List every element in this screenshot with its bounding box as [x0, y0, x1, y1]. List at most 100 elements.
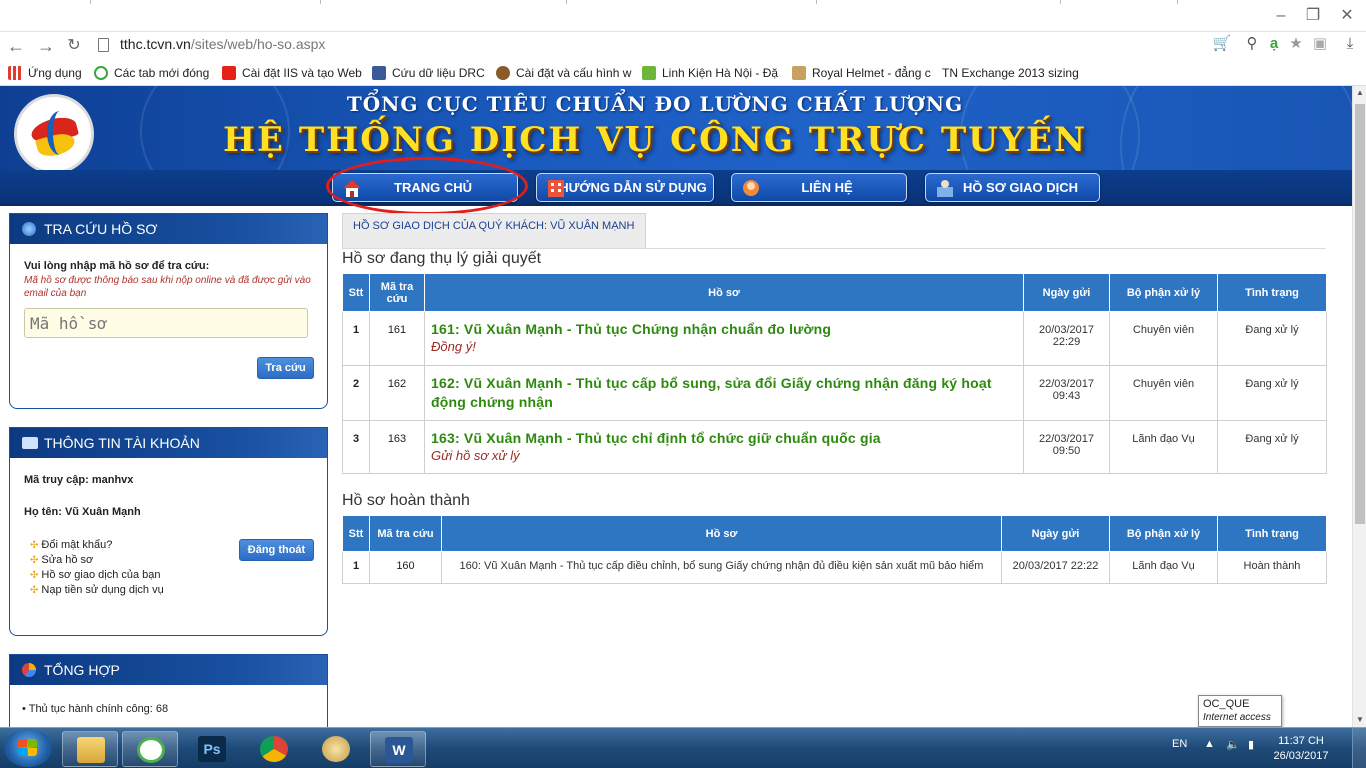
file-title-link[interactable]: 162: Vũ Xuân Mạnh - Thủ tục cấp bổ sung,… — [431, 374, 1017, 412]
bullet-icon: ✣ — [30, 585, 39, 596]
tooltip-network-name: OC_QUE — [1203, 698, 1250, 710]
coccoc-icon — [137, 737, 165, 763]
bookmark-royal[interactable]: Royal Helmet - đẳng c — [792, 64, 931, 82]
page-icon — [98, 38, 109, 52]
bookmark-linhkien[interactable]: Linh Kiện Hà Nội - Đặ — [642, 64, 778, 82]
transactions-tab[interactable]: HỒ SƠ GIAO DỊCH CỦA QUÝ KHÁCH: VŨ XUÂN M… — [342, 213, 646, 249]
taskbar-chrome[interactable] — [246, 731, 302, 767]
extension-a-icon[interactable]: ạ — [1264, 34, 1284, 54]
clock[interactable]: 11:37 CH 26/03/2017 — [1270, 734, 1332, 764]
volume-icon[interactable]: 🔈 — [1226, 738, 1240, 751]
table-row: 1 161 161: Vũ Xuân Mạnh - Thủ tục Chứng … — [342, 311, 1327, 366]
cell-code: 160 — [369, 551, 442, 584]
bullet-icon: ✣ — [30, 540, 39, 551]
bookmark-config[interactable]: Cài đặt và cấu hình w — [496, 64, 631, 82]
cell-status: Đang xử lý — [1217, 311, 1327, 366]
back-icon[interactable]: ← — [6, 36, 26, 56]
page-scrollbar[interactable]: ▲ ▼ — [1352, 86, 1366, 727]
tooltip-network-status: Internet access — [1203, 712, 1271, 723]
windows-logo-icon — [18, 739, 38, 757]
cell-status: Đang xử lý — [1217, 420, 1327, 474]
change-password-link[interactable]: ✣ Đổi mật khẩu? — [30, 538, 164, 553]
download-icon[interactable]: ⤓ — [1340, 34, 1360, 54]
start-button[interactable] — [4, 729, 52, 767]
taskbar-paint[interactable] — [308, 731, 364, 767]
col-dept: Bộ phận xử lý — [1109, 515, 1218, 552]
network-icon[interactable]: ▮ — [1248, 738, 1254, 751]
reload-icon[interactable]: ↻ — [64, 36, 84, 56]
bookmark-exchange[interactable]: TN Exchange 2013 sizing — [942, 64, 1079, 82]
main-menu: TRANG CHỦ HƯỚNG DẪN SỬ DỤNG LIÊN HỆ HỒ S… — [0, 170, 1352, 206]
building-icon — [548, 180, 564, 197]
cell-stt: 2 — [342, 365, 370, 421]
topup-link[interactable]: ✣ Nạp tiền sử dụng dịch vụ — [30, 583, 164, 598]
bookmark-recent-tabs[interactable]: Các tab mới đóng — [94, 64, 209, 82]
forward-icon[interactable]: → — [36, 36, 56, 56]
annotation-circle — [326, 157, 528, 215]
scroll-up-icon[interactable]: ▲ — [1353, 86, 1366, 100]
col-code: Mã tra cứu — [369, 515, 442, 552]
extension-icon[interactable]: ▣ — [1310, 34, 1330, 54]
language-indicator[interactable]: EN — [1172, 738, 1187, 750]
edit-profile-link[interactable]: ✣ Sửa hồ sơ — [30, 553, 164, 568]
col-code: Mã tra cứu — [369, 273, 425, 312]
cell-code: 162 — [369, 365, 425, 421]
bookmark-apps[interactable]: Ứng dụng — [8, 64, 82, 82]
file-title-link[interactable]: 161: Vũ Xuân Mạnh - Thủ tục Chứng nhận c… — [431, 320, 1017, 339]
scroll-thumb[interactable] — [1355, 104, 1365, 524]
account-header: THÔNG TIN TÀI KHOẢN — [10, 428, 327, 458]
site-banner: TỔNG CỤC TIÊU CHUẨN ĐO LƯỜNG CHẤT LƯỢNG … — [0, 86, 1352, 170]
lookup-hint: Mã hồ sơ được thông báo sau khi nộp onli… — [24, 275, 311, 299]
minimize-icon[interactable]: – — [1268, 6, 1294, 26]
lookup-code-input[interactable] — [24, 308, 308, 338]
taskbar-explorer[interactable] — [62, 731, 118, 767]
history-icon — [94, 66, 108, 80]
my-transactions-link[interactable]: ✣ Hồ sơ giao dịch của bạn — [30, 568, 164, 583]
network-tooltip: OC_QUE Internet access — [1198, 695, 1282, 727]
menu-transactions[interactable]: HỒ SƠ GIAO DỊCH — [925, 173, 1100, 202]
col-status: Tình trạng — [1217, 515, 1327, 552]
zoom-icon[interactable]: ⚲ — [1242, 34, 1262, 54]
file-title-link[interactable]: 160: Vũ Xuân Mạnh - Thủ tục cấp điều chỉ… — [441, 551, 1002, 584]
cell-date: 22/03/2017 09:50 — [1023, 420, 1110, 474]
bookmark-star-icon[interactable]: ★ — [1286, 34, 1306, 54]
cart-extension-icon[interactable]: 🛒 — [1212, 34, 1232, 54]
col-date: Ngày gửi — [1001, 515, 1110, 552]
col-stt: Stt — [342, 273, 370, 312]
contact-person-icon — [743, 180, 759, 196]
bookmark-drc[interactable]: Cứu dữ liệu DRC — [372, 64, 485, 82]
processing-table: Stt Mã tra cứu Hồ sơ Ngày gửi Bộ phận xử… — [342, 273, 1327, 474]
lookup-button[interactable]: Tra cứu — [257, 357, 314, 379]
lookup-header: TRA CỨU HỒ SƠ — [10, 214, 327, 244]
search-globe-icon — [22, 222, 36, 236]
clock-time: 11:37 CH — [1278, 735, 1324, 747]
scroll-down-icon[interactable]: ▼ — [1353, 713, 1366, 727]
taskbar-coccoc[interactable] — [122, 731, 178, 767]
tray-expand-icon[interactable]: ▲ — [1204, 738, 1215, 750]
lookup-title: TRA CỨU HỒ SƠ — [44, 221, 158, 237]
url-text[interactable]: tthc.tcvn.vn/sites/web/ho-so.aspx — [120, 36, 325, 52]
lookup-panel: TRA CỨU HỒ SƠ Vui lòng nhập mã hồ sơ để … — [9, 213, 328, 409]
site-icon — [642, 66, 656, 80]
person-icon — [496, 66, 510, 80]
close-icon[interactable]: ✕ — [1334, 6, 1360, 26]
restore-icon[interactable]: ❐ — [1300, 6, 1326, 26]
address-bar[interactable]: tthc.tcvn.vn/sites/web/ho-so.aspx — [96, 34, 1206, 56]
table-header-row: Stt Mã tra cứu Hồ sơ Ngày gửi Bộ phận xử… — [342, 515, 1327, 552]
taskbar-photoshop[interactable]: Ps — [184, 731, 240, 767]
facebook-icon — [372, 66, 386, 80]
logout-button[interactable]: Đăng thoát — [239, 539, 314, 561]
taskbar-word[interactable]: W — [370, 731, 426, 767]
show-desktop-button[interactable] — [1352, 728, 1366, 768]
col-dept: Bộ phận xử lý — [1109, 273, 1218, 312]
browser-tab-strip: – ❐ ✕ — [0, 0, 1366, 32]
file-title-link[interactable]: 163: Vũ Xuân Mạnh - Thủ tục chỉ định tổ … — [431, 429, 1017, 448]
bookmark-iis[interactable]: Cài đặt IIS và tạo Web — [222, 64, 362, 82]
summary-item: • Thủ tục hành chính công: 68 — [22, 703, 169, 715]
cell-status: Hoàn thành — [1217, 551, 1327, 584]
cell-date: 20/03/2017 22:22 — [1001, 551, 1110, 584]
menu-contact[interactable]: LIÊN HỆ — [731, 173, 907, 202]
tab-divider — [816, 0, 817, 4]
tab-divider — [320, 0, 321, 4]
menu-guide[interactable]: HƯỚNG DẪN SỬ DỤNG — [536, 173, 714, 202]
